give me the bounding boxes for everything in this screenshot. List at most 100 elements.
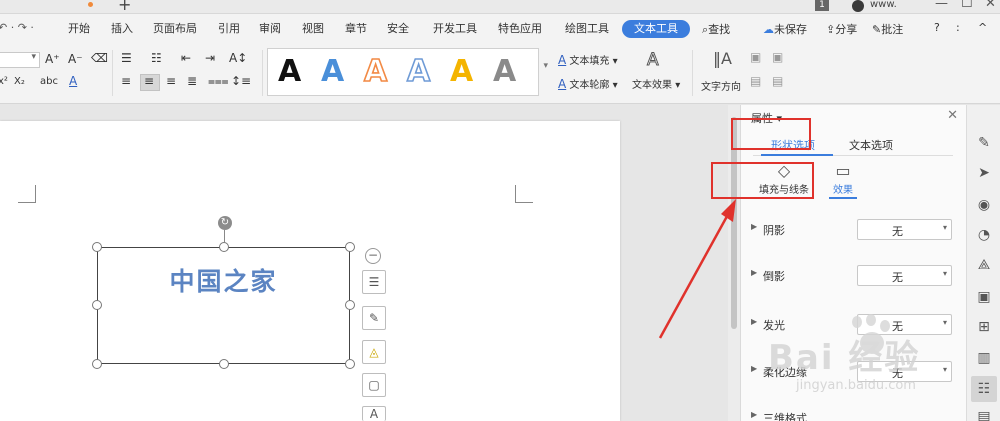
gallery-more-icon[interactable]: ▾: [543, 61, 548, 71]
property-row-reflection[interactable]: ▶ 倒影 无 ▾: [751, 265, 957, 287]
font-size-select[interactable]: ▾: [0, 52, 40, 68]
text-direction-label[interactable]: 文字方向: [701, 78, 741, 93]
bullet-list-icon[interactable]: ☰: [121, 51, 132, 65]
subtab-effects[interactable]: ▭ 效果: [823, 161, 863, 196]
increase-indent-icon[interactable]: ⇥: [205, 51, 215, 65]
reflection-select[interactable]: 无 ▾: [857, 265, 952, 286]
resize-handle-top-right[interactable]: [345, 242, 355, 252]
text-effect-button[interactable]: 文本效果 ▾: [632, 76, 680, 91]
distribute-icon[interactable]: ⩶: [208, 74, 229, 89]
properties-icon[interactable]: ☷: [971, 376, 997, 402]
clear-format-icon[interactable]: ⌫: [91, 51, 108, 65]
tab-text-tools[interactable]: 文本工具: [622, 20, 690, 38]
panel-tab-indicator: [761, 154, 833, 156]
close-panel-button[interactable]: ✕: [947, 108, 958, 123]
textbox-unlink-icon[interactable]: ▣: [772, 50, 783, 64]
help-button[interactable]: ?: [934, 21, 940, 34]
font-color-button[interactable]: A: [69, 74, 77, 88]
art-style-blue-outline[interactable]: A: [406, 53, 431, 91]
resize-handle-bottom[interactable]: [219, 359, 229, 369]
subtab-indicator: [829, 197, 857, 199]
resize-handle-bottom-left[interactable]: [92, 359, 102, 369]
textbox-prev-icon[interactable]: ▤: [750, 74, 761, 88]
subscript-button[interactable]: X₂: [14, 76, 25, 87]
resize-handle-bottom-right[interactable]: [345, 359, 355, 369]
resize-handle-top[interactable]: [219, 242, 229, 252]
tab-start[interactable]: 开始: [68, 21, 90, 37]
property-row-shadow[interactable]: ▶ 阴影 无 ▾: [751, 219, 957, 241]
maximize-button[interactable]: ☐: [961, 0, 973, 11]
rotate-handle[interactable]: ↻: [218, 216, 232, 230]
document-scrollbar[interactable]: [728, 105, 740, 421]
share-button[interactable]: ⇪分享: [826, 21, 857, 37]
tab-page-layout[interactable]: 页面布局: [153, 21, 197, 37]
tab-chapter[interactable]: 章节: [345, 21, 367, 37]
layout-options-icon[interactable]: ☰: [362, 270, 386, 294]
resize-handle-left[interactable]: [92, 300, 102, 310]
tab-text-options[interactable]: 文本选项: [849, 137, 893, 153]
align-right-icon[interactable]: ≡: [166, 74, 176, 88]
baidu-jingyan-watermark: Bai 经验 jingyan.baidu.com: [760, 314, 970, 416]
tab-insert[interactable]: 插入: [111, 21, 133, 37]
shape-effect-icon[interactable]: ▢: [362, 373, 386, 397]
numbered-list-icon[interactable]: ☷: [151, 51, 162, 65]
annotation-box-shape-options: [731, 118, 811, 150]
tab-features[interactable]: 特色应用: [498, 21, 542, 37]
location-icon[interactable]: ◉: [974, 195, 994, 215]
tab-developer[interactable]: 开发工具: [433, 21, 477, 37]
collapse-float-toolbar-button[interactable]: −: [365, 248, 381, 264]
art-style-orange-outline[interactable]: A: [363, 53, 388, 91]
tab-security[interactable]: 安全: [387, 21, 409, 37]
tab-view[interactable]: 视图: [302, 21, 324, 37]
more-button[interactable]: :: [956, 21, 960, 34]
avatar[interactable]: [852, 0, 864, 12]
text-direction-icon[interactable]: ‖A: [713, 49, 732, 68]
tab-drawing-tools[interactable]: 绘图工具: [565, 21, 609, 37]
minimize-button[interactable]: —: [935, 0, 948, 11]
tab-references[interactable]: 引用: [218, 21, 240, 37]
line-spacing-icon[interactable]: ↕≡: [231, 74, 251, 88]
shape-outline-icon[interactable]: ✎: [362, 306, 386, 330]
text-outline-button[interactable]: A 文本轮廓 ▾: [558, 76, 618, 91]
text-wrap-icon[interactable]: A: [362, 406, 386, 421]
art-style-yellow[interactable]: A: [450, 53, 473, 91]
rotate-line: [224, 230, 225, 242]
collapse-ribbon-button[interactable]: ^: [978, 21, 987, 34]
tab-review[interactable]: 审阅: [259, 21, 281, 37]
pen-icon[interactable]: ✎: [974, 133, 994, 153]
chart-icon[interactable]: ▥: [974, 348, 994, 368]
art-style-blue[interactable]: A: [321, 53, 344, 91]
text-fill-button[interactable]: A 文本填充 ▾: [558, 52, 618, 67]
grow-font-button[interactable]: A⁺: [45, 52, 60, 66]
shadow-select[interactable]: 无 ▾: [857, 219, 952, 240]
save-status-button[interactable]: ☁未保存: [763, 21, 807, 37]
text-box-content[interactable]: 中国之家: [98, 262, 349, 298]
resize-handle-right[interactable]: [345, 300, 355, 310]
textbox-next-icon[interactable]: ▤: [772, 74, 783, 88]
art-style-gray-gradient[interactable]: A: [493, 53, 516, 91]
superscript-button[interactable]: x²: [0, 76, 8, 87]
text-box[interactable]: 中国之家: [97, 247, 350, 364]
search-button[interactable]: ⌕查找: [702, 21, 730, 37]
comment-button[interactable]: ✎批注: [872, 21, 903, 37]
resize-handle-top-left[interactable]: [92, 242, 102, 252]
shrink-font-button[interactable]: A⁻: [68, 52, 83, 66]
select-cursor-icon[interactable]: ➤: [974, 163, 994, 183]
image-icon[interactable]: ▣: [974, 287, 994, 307]
shapes-icon[interactable]: ◔: [974, 225, 994, 245]
justify-icon[interactable]: ≣: [187, 74, 197, 88]
text-effect-icon[interactable]: A: [647, 50, 660, 71]
text-direction-small-icon[interactable]: A↕: [229, 51, 247, 65]
new-tab-button[interactable]: +: [118, 0, 131, 14]
close-window-button[interactable]: ✕: [985, 0, 996, 11]
align-left-icon[interactable]: ≡: [121, 74, 131, 88]
more-tools-icon[interactable]: ▤: [974, 407, 994, 421]
style-icon[interactable]: ⟁: [974, 255, 994, 275]
decrease-indent-icon[interactable]: ⇤: [181, 51, 191, 65]
phonetic-button[interactable]: abc: [40, 76, 58, 87]
layout-icon[interactable]: ⊞: [974, 317, 994, 337]
textbox-link-icon[interactable]: ▣: [750, 50, 761, 64]
shape-fill-icon[interactable]: ◬: [362, 340, 386, 364]
undo-redo-icons[interactable]: ↶ · ↷ ·: [0, 21, 34, 34]
art-style-black[interactable]: A: [278, 53, 301, 91]
